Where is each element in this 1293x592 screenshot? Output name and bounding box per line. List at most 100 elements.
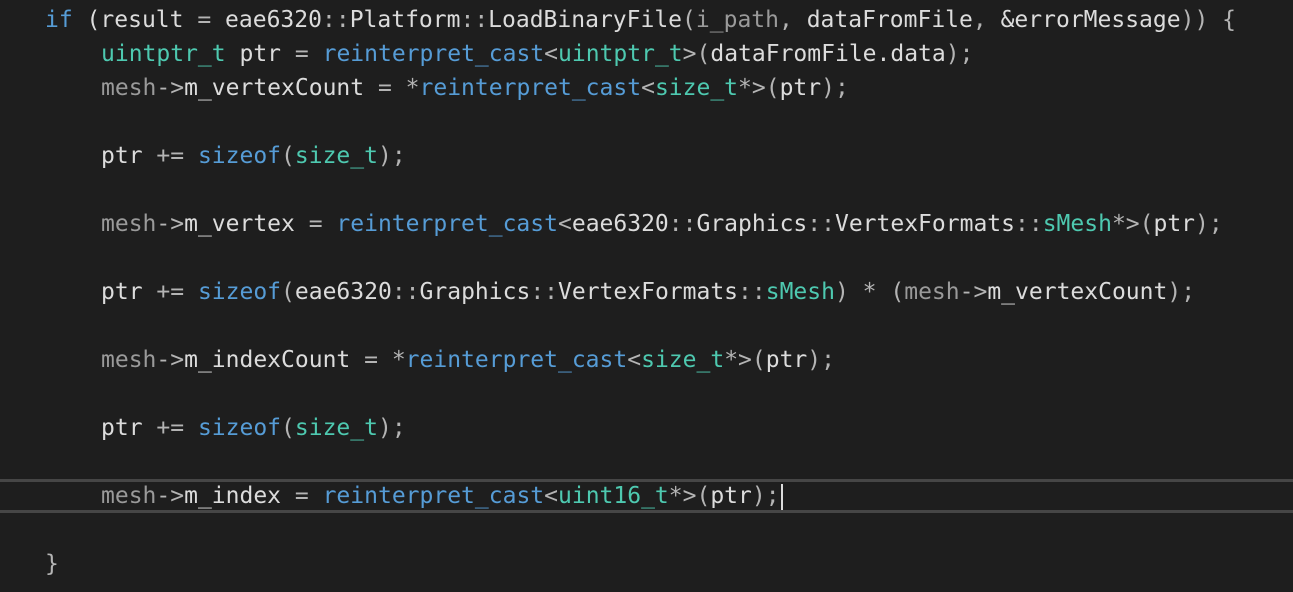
code-token: ::: [668, 211, 697, 237]
code-token: ptr: [765, 347, 808, 373]
code-token: =: [281, 483, 323, 509]
code-text: mesh->m_vertex = reinterpret_cast<eae632…: [101, 207, 1223, 241]
code-token: <: [627, 347, 642, 373]
code-line[interactable]: [0, 309, 1293, 343]
code-editor[interactable]: if (result = eae6320::Platform::LoadBina…: [0, 0, 1293, 592]
code-text: ptr += sizeof(eae6320::Graphics::VertexF…: [101, 275, 1195, 309]
code-line[interactable]: [0, 173, 1293, 207]
code-token: ->: [156, 75, 185, 101]
code-token: );: [807, 347, 835, 373]
code-line[interactable]: ptr += sizeof(eae6320::Graphics::VertexF…: [0, 275, 1293, 309]
code-token: uintptr_t: [558, 41, 683, 67]
code-token: <: [544, 483, 558, 509]
code-token: ptr: [225, 41, 295, 67]
code-token: +=: [142, 415, 198, 441]
code-token: <: [544, 41, 559, 67]
code-text: ptr += sizeof(size_t);: [101, 139, 406, 173]
code-token: ,: [779, 7, 807, 33]
code-token: m_vertexCount: [184, 75, 365, 101]
code-token: ::: [1014, 211, 1043, 237]
code-text: mesh->m_index = reinterpret_cast<uint16_…: [101, 482, 783, 510]
code-token: eae6320: [225, 7, 322, 33]
code-text: mesh->m_indexCount = *reinterpret_cast<s…: [101, 343, 835, 377]
code-token: LoadBinaryFile: [488, 7, 683, 33]
code-text: mesh->m_vertexCount = *reinterpret_cast<…: [101, 71, 849, 105]
code-token: (: [72, 7, 101, 33]
code-token: }: [45, 551, 59, 577]
code-token: *: [405, 75, 420, 101]
code-token: uint16_t: [558, 483, 669, 509]
code-line[interactable]: [0, 105, 1293, 139]
code-token: uintptr_t: [101, 41, 226, 67]
code-token: *>(: [1111, 211, 1154, 237]
code-line[interactable]: ptr += sizeof(size_t);: [0, 411, 1293, 445]
code-token: (: [682, 7, 696, 33]
code-token: =: [294, 211, 337, 237]
code-token: result: [100, 7, 184, 33]
code-text: }: [45, 547, 59, 581]
code-token: ::: [738, 279, 766, 305]
code-line[interactable]: mesh->m_vertexCount = *reinterpret_cast<…: [0, 71, 1293, 105]
code-token: ptr: [1153, 211, 1196, 237]
code-token: eae6320: [294, 279, 392, 305]
code-token: =: [364, 75, 406, 101]
code-token: (: [281, 143, 295, 169]
code-token: eae6320: [571, 211, 669, 237]
code-token: );: [377, 143, 406, 169]
code-token: ::: [321, 7, 350, 33]
code-line[interactable]: [0, 377, 1293, 411]
code-line[interactable]: uintptr_t ptr = reinterpret_cast<uintptr…: [0, 37, 1293, 71]
code-token: reinterpret_cast: [405, 347, 628, 373]
code-token: Platform: [349, 7, 461, 33]
code-token: )) {: [1180, 7, 1236, 33]
code-token: mesh: [101, 347, 157, 373]
code-token: sizeof: [197, 415, 282, 441]
code-token: <: [557, 211, 572, 237]
code-token: );: [821, 75, 849, 101]
code-token: (: [281, 279, 295, 305]
code-token: =: [294, 41, 309, 67]
code-token: );: [1195, 211, 1223, 237]
code-token: ->: [156, 347, 185, 373]
code-line[interactable]: [0, 513, 1293, 547]
code-token: ::: [460, 7, 489, 33]
code-line[interactable]: mesh->m_indexCount = *reinterpret_cast<s…: [0, 343, 1293, 377]
code-token: mesh: [101, 75, 157, 101]
code-text: if (result = eae6320::Platform::LoadBina…: [45, 3, 1236, 37]
code-token: );: [945, 41, 974, 67]
code-token: sizeof: [197, 143, 282, 169]
code-token: reinterpret_cast: [322, 41, 545, 67]
code-token: m_vertex: [184, 211, 295, 237]
code-line[interactable]: [0, 445, 1293, 479]
code-line[interactable]: }: [0, 547, 1293, 581]
code-token: ptr: [710, 483, 752, 509]
code-token: (: [281, 415, 295, 441]
code-token: ->: [959, 279, 988, 305]
code-token: ::: [391, 279, 420, 305]
code-token: i_path: [695, 7, 779, 33]
code-line[interactable]: ptr += sizeof(size_t);: [0, 139, 1293, 173]
code-line[interactable]: if (result = eae6320::Platform::LoadBina…: [0, 3, 1293, 37]
code-token: );: [751, 483, 780, 509]
code-token: ->: [156, 483, 185, 509]
code-token: ) * (: [834, 279, 905, 305]
code-token: &errorMessage: [1000, 7, 1181, 33]
code-token: mesh: [101, 483, 157, 509]
code-line[interactable]: [0, 241, 1293, 275]
code-token: *>(: [724, 347, 766, 373]
code-token: sizeof: [197, 279, 282, 305]
code-token: *>(: [668, 483, 711, 509]
code-token: );: [377, 415, 406, 441]
code-token: *>(: [738, 75, 780, 101]
code-token: reinterpret_cast: [336, 211, 558, 237]
code-token: mesh: [904, 279, 960, 305]
code-token: ::: [530, 279, 559, 305]
code-line[interactable]: mesh->m_vertex = reinterpret_cast<eae632…: [0, 207, 1293, 241]
code-token: =: [183, 7, 226, 33]
code-token: ptr: [101, 143, 143, 169]
current-code-line[interactable]: mesh->m_index = reinterpret_cast<uint16_…: [0, 479, 1293, 513]
code-token: size_t: [641, 347, 725, 373]
code-token: *: [391, 347, 406, 373]
code-token: reinterpret_cast: [419, 75, 642, 101]
